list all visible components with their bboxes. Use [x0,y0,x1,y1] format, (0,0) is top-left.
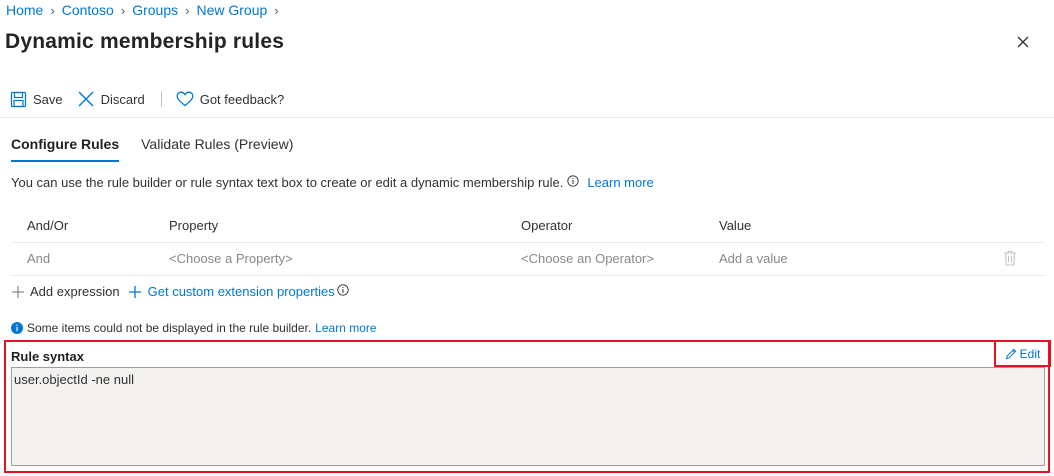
command-bar: Save Discard Got feedback? [10,88,284,110]
divider [0,117,1054,118]
close-icon [1017,36,1029,48]
breadcrumb-home[interactable]: Home [6,2,43,18]
tab-list: Configure Rules Validate Rules (Preview) [11,136,293,162]
discard-icon [78,91,94,107]
save-label: Save [33,91,63,107]
column-header-operator: Operator [521,218,573,233]
trash-icon [1004,250,1016,266]
breadcrumb-new-group[interactable]: New Group [196,2,267,18]
chevron-right-icon: › [50,2,55,18]
info-filled-icon [11,322,23,334]
and-or-dropdown[interactable]: And [27,251,50,266]
table-row: And <Choose a Property> <Choose an Opera… [11,242,1045,276]
operator-dropdown[interactable]: <Choose an Operator> [521,251,654,266]
warning-message: Some items could not be displayed in the… [11,321,377,335]
breadcrumb-groups[interactable]: Groups [132,2,178,18]
delete-button[interactable] [1003,250,1017,269]
plus-icon [128,285,141,298]
info-icon[interactable] [567,175,579,190]
get-custom-extension-button[interactable]: Get custom extension properties [128,283,349,299]
table-header-row: And/Or Property Operator Value [11,210,1045,242]
chevron-right-icon: › [120,2,126,18]
save-button[interactable]: Save [10,91,63,108]
add-expression-button[interactable]: Add expression [11,284,120,299]
breadcrumb: Home › Contoso › Groups › New Group › [6,2,286,18]
add-expression-label: Add expression [30,284,120,299]
info-icon[interactable] [337,283,349,296]
chevron-right-icon: › [274,2,279,18]
value-input[interactable]: Add a value [719,251,788,266]
page-title: Dynamic membership rules [5,30,285,53]
custom-extension-label: Get custom extension properties [147,284,335,299]
column-header-value: Value [719,218,752,233]
plus-icon [12,285,24,298]
edit-label: Edit [1019,346,1041,361]
column-header-and-or: And/Or [27,218,69,233]
learn-more-link[interactable]: Learn more [587,175,653,190]
tab-validate-rules[interactable]: Validate Rules (Preview) [141,136,293,162]
feedback-label: Got feedback? [199,91,285,107]
rule-actions: Add expression Get custom extension prop… [11,283,349,299]
tab-configure-rules[interactable]: Configure Rules [11,136,120,162]
save-icon [10,91,27,107]
discard-button[interactable]: Discard [77,90,145,108]
description-text: You can use the rule builder or rule syn… [11,175,564,190]
breadcrumb-contoso[interactable]: Contoso [62,2,114,18]
close-button[interactable] [1012,31,1034,53]
toolbar-divider [160,91,162,107]
pencil-icon [1005,348,1016,359]
heart-icon [176,91,194,107]
feedback-button[interactable]: Got feedback? [176,91,285,107]
discard-label: Discard [100,91,145,107]
chevron-right-icon: › [185,2,190,18]
property-dropdown[interactable]: <Choose a Property> [169,251,293,266]
rule-syntax-textbox[interactable]: user.objectId -ne null [11,367,1045,466]
warning-text: Some items could not be displayed in the… [27,321,312,335]
rules-table: And/Or Property Operator Value And <Choo… [11,210,1045,276]
rule-syntax-label: Rule syntax [11,349,84,364]
warning-learn-more-link[interactable]: Learn more [315,321,376,335]
edit-button[interactable]: Edit [994,340,1051,367]
description: You can use the rule builder or rule syn… [11,175,654,190]
column-header-property: Property [169,218,219,233]
